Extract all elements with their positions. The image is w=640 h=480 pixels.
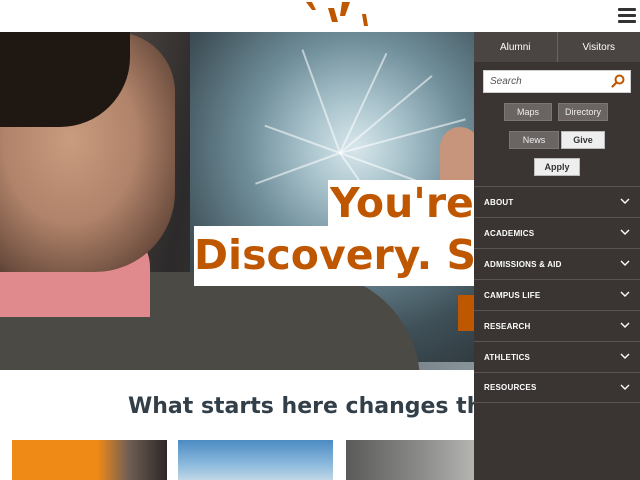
directory-link[interactable]: Directory <box>558 103 608 121</box>
search-icon[interactable] <box>611 74 625 88</box>
tab-alumni[interactable]: Alumni <box>474 32 557 62</box>
nav-item-admissions-aid[interactable]: ADMISSIONS & AID <box>474 248 640 279</box>
news-link[interactable]: News <box>509 131 559 149</box>
hamburger-icon[interactable] <box>618 8 636 23</box>
tab-visitors[interactable]: Visitors <box>556 32 640 62</box>
hero-headline-text1: You're Ge <box>330 180 478 227</box>
slideout-menu: Alumni Visitors Maps Directory News Give… <box>474 32 640 480</box>
search-input[interactable] <box>484 71 608 92</box>
nav-item-label: RESEARCH <box>484 321 531 331</box>
nav-item-label: RESOURCES <box>484 383 537 392</box>
give-button[interactable]: Give <box>561 131 605 149</box>
chevron-down-icon[interactable] <box>620 260 630 267</box>
nav-item-label: ACADEMICS <box>484 228 535 238</box>
hero-headline-line2: Discovery. So <box>194 226 478 286</box>
nav-item-label: CAMPUS LIFE <box>484 290 541 300</box>
feature-card[interactable] <box>12 440 167 480</box>
chevron-down-icon[interactable] <box>620 198 630 205</box>
nav-item-resources[interactable]: RESOURCES <box>474 372 640 403</box>
hero-headline-line1: You're Ge <box>328 180 478 228</box>
site-header <box>0 0 640 32</box>
audience-tabs: Alumni Visitors <box>474 32 640 62</box>
chevron-down-icon[interactable] <box>620 322 630 329</box>
feature-card[interactable] <box>178 440 333 480</box>
nav-item-label: ABOUT <box>484 197 514 207</box>
chevron-down-icon[interactable] <box>620 353 630 360</box>
chevron-down-icon[interactable] <box>620 229 630 236</box>
nav-item-about[interactable]: ABOUT <box>474 186 640 217</box>
search-box <box>483 70 631 93</box>
nav-item-label: ADMISSIONS & AID <box>484 259 562 269</box>
main-nav-list: ABOUT ACADEMICS ADMISSIONS & AID CAMPUS … <box>474 186 640 403</box>
hero-headline-text2: Discovery. So <box>194 231 478 279</box>
nav-item-campus-life[interactable]: CAMPUS LIFE <box>474 279 640 310</box>
apply-button[interactable]: Apply <box>534 158 580 176</box>
maps-link[interactable]: Maps <box>504 103 552 121</box>
nav-item-athletics[interactable]: ATHLETICS <box>474 341 640 372</box>
nav-item-research[interactable]: RESEARCH <box>474 310 640 341</box>
chevron-down-icon[interactable] <box>620 384 630 391</box>
university-logo[interactable] <box>300 0 380 30</box>
nav-item-label: ATHLETICS <box>484 352 531 362</box>
chevron-down-icon[interactable] <box>620 291 630 298</box>
nav-item-academics[interactable]: ACADEMICS <box>474 217 640 248</box>
